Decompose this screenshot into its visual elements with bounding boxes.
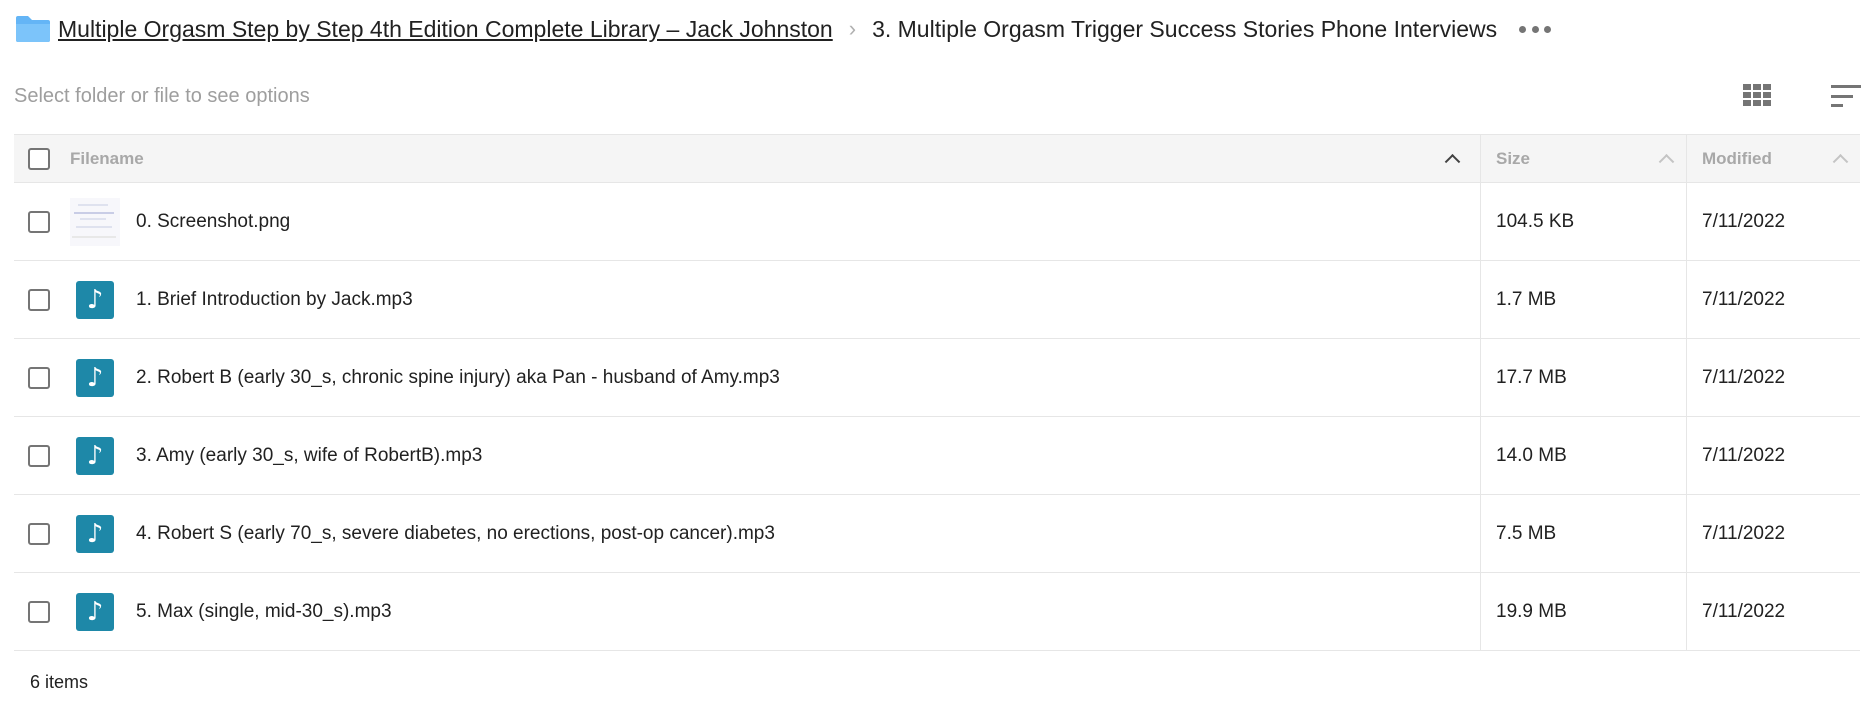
modified-column-header[interactable]: Modified	[1686, 135, 1860, 182]
file-size: 104.5 KB	[1496, 210, 1575, 232]
size-column-header[interactable]: Size	[1480, 135, 1686, 182]
chevron-up-icon	[1832, 153, 1849, 170]
breadcrumb-separator: ›	[848, 16, 857, 41]
grid-view-icon[interactable]	[1743, 84, 1771, 108]
item-count: 6 items	[14, 651, 1861, 713]
filename-header-label: Filename	[70, 148, 144, 168]
chevron-up-icon	[1444, 153, 1461, 170]
item-count-label: 6 items	[30, 671, 89, 692]
file-size: 17.7 MB	[1496, 366, 1567, 388]
table-row[interactable]: ♪ 4. Robert S (early 70_s, severe diabet…	[14, 495, 1860, 573]
table-row[interactable]: ♪ 2. Robert B (early 30_s, chronic spine…	[14, 339, 1860, 417]
music-note-icon: ♪	[76, 280, 114, 319]
row-checkbox[interactable]	[28, 288, 50, 311]
music-note-icon: ♪	[76, 514, 114, 553]
file-size: 14.0 MB	[1496, 444, 1567, 466]
file-modified: 7/11/2022	[1702, 444, 1786, 466]
file-modified: 7/11/2022	[1702, 600, 1786, 622]
view-actions	[1743, 84, 1861, 108]
image-thumbnail	[70, 197, 120, 246]
row-checkbox[interactable]	[28, 366, 50, 389]
file-name[interactable]: 4. Robert S (early 70_s, severe diabetes…	[136, 523, 775, 545]
modified-header-label: Modified	[1702, 148, 1772, 168]
file-name[interactable]: 2. Robert B (early 30_s, chronic spine i…	[136, 367, 780, 389]
music-note-icon: ♪	[76, 358, 114, 397]
file-modified: 7/11/2022	[1702, 522, 1786, 544]
file-size: 1.7 MB	[1496, 288, 1557, 310]
file-table: Filename Size Modified 0. Screenshot.png…	[14, 134, 1860, 651]
row-checkbox[interactable]	[28, 210, 50, 233]
table-row[interactable]: ♪ 3. Amy (early 30_s, wife of RobertB).m…	[14, 417, 1860, 495]
file-modified: 7/11/2022	[1702, 210, 1786, 232]
sort-icon[interactable]	[1831, 85, 1861, 107]
breadcrumb: Multiple Orgasm Step by Step 4th Edition…	[14, 0, 1861, 58]
file-size: 7.5 MB	[1496, 522, 1557, 544]
breadcrumb-current: 3. Multiple Orgasm Trigger Success Stori…	[872, 15, 1498, 42]
table-header: Filename Size Modified	[14, 134, 1860, 183]
file-name[interactable]: 5. Max (single, mid-30_s).mp3	[136, 601, 392, 623]
table-row[interactable]: ♪ 5. Max (single, mid-30_s).mp3 19.9 MB …	[14, 573, 1860, 651]
row-checkbox[interactable]	[28, 522, 50, 545]
filename-column-header[interactable]: Filename	[14, 135, 1480, 182]
select-all-checkbox[interactable]	[28, 147, 50, 170]
file-size: 19.9 MB	[1496, 600, 1567, 622]
file-modified: 7/11/2022	[1702, 288, 1786, 310]
row-checkbox[interactable]	[28, 444, 50, 467]
table-row[interactable]: 0. Screenshot.png 104.5 KB 7/11/2022	[14, 183, 1860, 261]
file-browser: Multiple Orgasm Step by Step 4th Edition…	[0, 0, 1865, 713]
file-name[interactable]: 0. Screenshot.png	[136, 211, 290, 233]
file-name[interactable]: 1. Brief Introduction by Jack.mp3	[136, 289, 413, 311]
file-name[interactable]: 3. Amy (early 30_s, wife of RobertB).mp3	[136, 445, 482, 467]
size-header-label: Size	[1496, 148, 1531, 168]
folder-icon	[16, 16, 50, 42]
chevron-up-icon	[1658, 153, 1675, 170]
music-note-icon: ♪	[76, 592, 114, 631]
music-note-icon: ♪	[76, 436, 114, 475]
row-checkbox[interactable]	[28, 600, 50, 623]
toolbar: Select folder or file to see options	[14, 58, 1861, 134]
file-modified: 7/11/2022	[1702, 366, 1786, 388]
more-horizontal-icon[interactable]	[1519, 17, 1552, 41]
table-row[interactable]: ♪ 1. Brief Introduction by Jack.mp3 1.7 …	[14, 261, 1860, 339]
selection-hint: Select folder or file to see options	[14, 84, 310, 107]
breadcrumb-parent-link[interactable]: Multiple Orgasm Step by Step 4th Edition…	[58, 16, 833, 43]
